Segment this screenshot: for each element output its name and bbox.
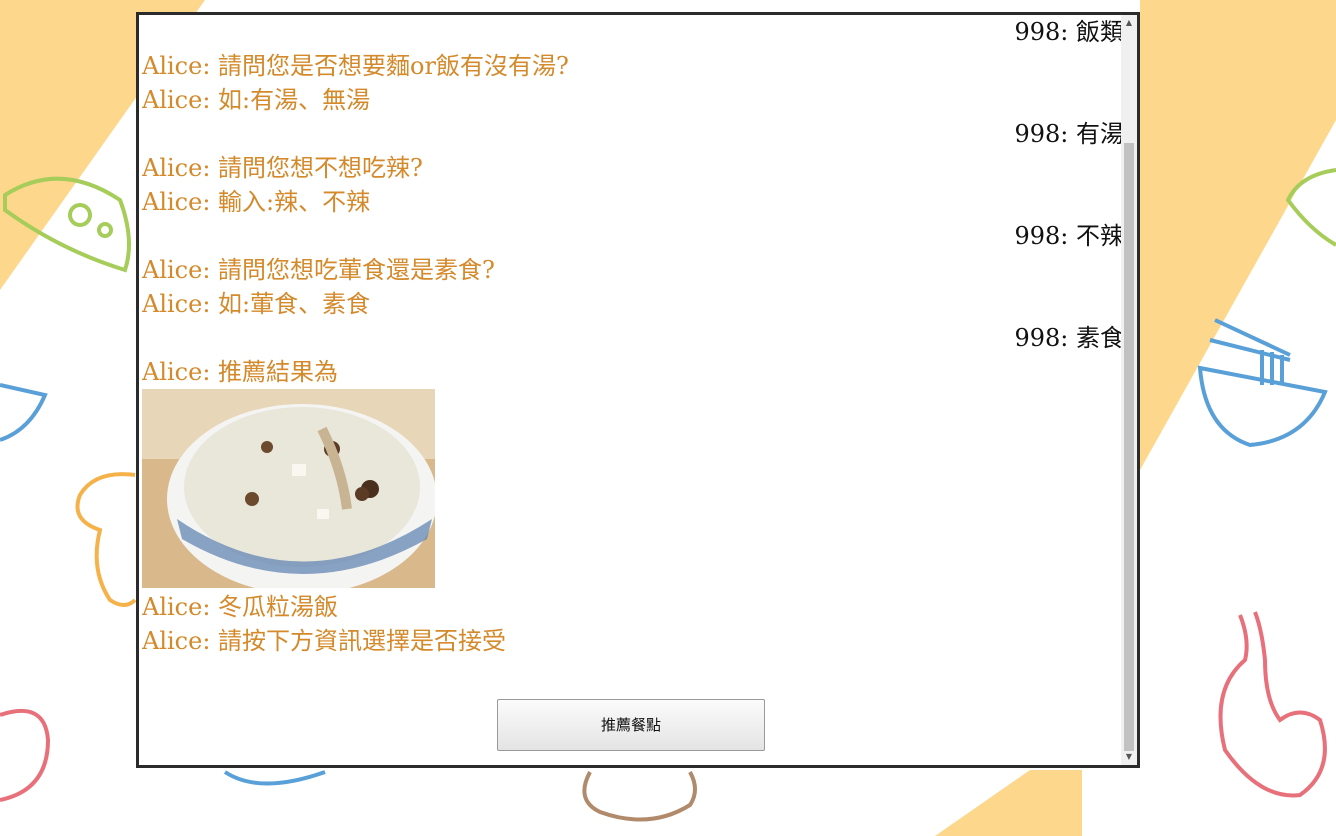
- shrimp-doodle-right-icon: [1218, 611, 1327, 798]
- recommended-dish-image: [142, 389, 435, 588]
- yellow-stripe-bottom: [935, 770, 1082, 836]
- yellow-stripe-right: [1140, 0, 1336, 470]
- noodle-bowl-doodle-icon: [1197, 318, 1328, 448]
- recommend-meal-button[interactable]: 推薦餐點: [497, 699, 765, 751]
- bowl-doodle-left-icon: [0, 383, 48, 442]
- bot-message: Alice: 如:有湯、無湯: [142, 86, 371, 114]
- scrollbar-thumb[interactable]: [1124, 143, 1134, 751]
- user-message: 998: 不辣: [1014, 222, 1124, 250]
- chat-window: 998: 飯類 Alice: 請問您是否想要麵or飯有沒有湯? Alice: 如…: [136, 12, 1140, 768]
- bot-message: Alice: 冬瓜粒湯飯: [142, 593, 339, 621]
- bot-message: Alice: 請問您是否想要麵or飯有沒有湯?: [142, 52, 569, 80]
- bot-message: Alice: 輸入:辣、不辣: [142, 188, 371, 216]
- user-message: 998: 飯類: [1014, 18, 1124, 46]
- scroll-down-arrow-icon[interactable]: ▼: [1121, 749, 1137, 765]
- bot-message: Alice: 請問您想吃葷食還是素食?: [142, 256, 495, 284]
- bot-message: Alice: 請問您想不想吃辣?: [142, 154, 423, 182]
- plate-doodle-bottom-icon: [223, 770, 326, 786]
- user-message: 998: 有湯: [1014, 120, 1124, 148]
- bun-doodle-bottom-icon: [582, 771, 697, 822]
- shrimp-doodle-left-icon: [0, 709, 51, 802]
- bot-message: Alice: 如:葷食、素食: [142, 290, 371, 318]
- bot-message: Alice: 推薦結果為: [142, 358, 339, 386]
- bread-doodle-icon: [75, 472, 137, 607]
- user-message: 998: 素食: [1014, 324, 1124, 352]
- scroll-up-arrow-icon[interactable]: ▲: [1121, 15, 1137, 31]
- chat-log: 998: 飯類 Alice: 請問您是否想要麵or飯有沒有湯? Alice: 如…: [142, 15, 1124, 765]
- bot-message: Alice: 請按下方資訊選擇是否接受: [142, 627, 507, 655]
- vertical-scrollbar[interactable]: ▲ ▼: [1121, 15, 1137, 765]
- button-row: 推薦餐點: [139, 699, 1137, 751]
